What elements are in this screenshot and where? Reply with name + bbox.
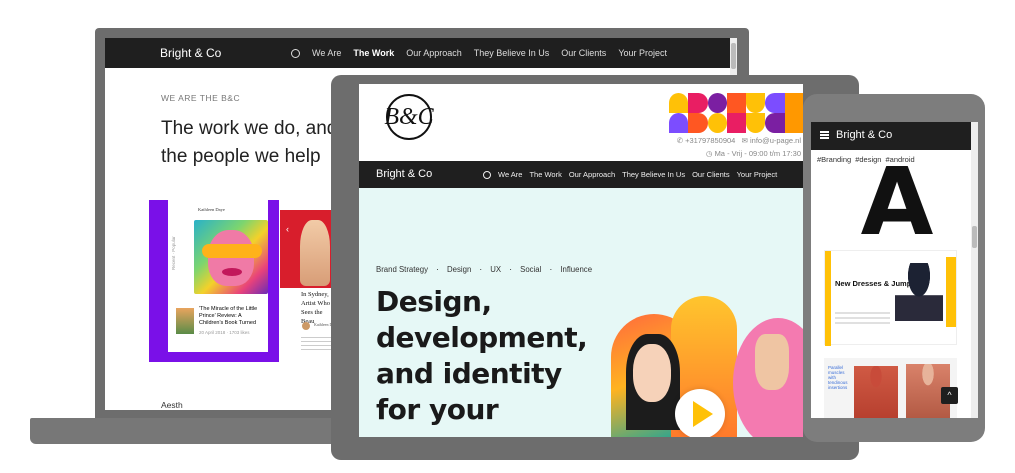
play-icon (693, 401, 713, 427)
device-mockup-scene: Bright & Co We Are The Work Our Approach… (0, 0, 1015, 473)
phone-tags: #Branding #design #android (817, 155, 915, 164)
tag-social[interactable]: Social (520, 265, 541, 274)
pattern-tile (707, 113, 727, 133)
tablet-menu-our-clients[interactable]: Our Clients (692, 170, 730, 179)
hero-title: Design, development, and identity for yo… (376, 285, 588, 426)
shop-accent-left (825, 251, 831, 346)
tablet-navbar: Bright & Co We Are The Work Our Approach… (359, 161, 803, 188)
pattern-tile (669, 93, 689, 113)
tablet-menu-our-approach[interactable]: Our Approach (569, 170, 615, 179)
laptop-base (30, 418, 360, 444)
popart-glasses (202, 244, 262, 258)
red-card-title[interactable]: In Sydney, Artist Who Sees the Beau (301, 290, 333, 326)
art-hand (755, 334, 789, 390)
tablet-brand[interactable]: Bright & Co (376, 168, 432, 180)
anatomy-title: Parallel muscles with tendinous insertio… (828, 365, 848, 390)
tablet-menu: We Are The Work Our Approach They Believ… (483, 170, 777, 179)
phone-screen: Bright & Co #Branding #design #android A… (811, 122, 978, 418)
pattern-tile (746, 93, 766, 113)
laptop-navbar: Bright & Co We Are The Work Our Approach… (105, 38, 737, 68)
phone-scroll-thumb[interactable] (972, 226, 977, 248)
avatar (302, 322, 310, 330)
globe-icon[interactable] (291, 48, 300, 58)
art-face (633, 344, 671, 402)
red-card-image: ‹ (280, 210, 332, 288)
fashion-shop-preview[interactable]: New Dresses & Jumpsuits (824, 250, 957, 346)
geometric-pattern (669, 93, 803, 133)
laptop-menu-the-work[interactable]: The Work (353, 48, 394, 58)
play-button[interactable] (675, 389, 725, 437)
laptop-brand[interactable]: Bright & Co (160, 46, 221, 60)
shop-text-lines (835, 309, 890, 324)
hamburger-icon[interactable] (820, 131, 829, 139)
card-article-title: 'The Miracle of the Little Prince' Revie… (199, 306, 258, 326)
red-card-lines (301, 334, 331, 350)
tablet-menu-we-are[interactable]: We Are (498, 170, 522, 179)
laptop-menu-they-believe[interactable]: They Believe In Us (474, 48, 550, 58)
laptop-heading: The work we do, and the people we help (161, 118, 338, 167)
pattern-tile (688, 113, 708, 133)
pattern-tile (784, 93, 803, 113)
mail-icon: ✉ (741, 136, 748, 145)
popart-lips (222, 268, 242, 276)
shop-model-image (895, 263, 943, 321)
phone-brand[interactable]: Bright & Co (836, 129, 892, 141)
shop-accent-right (946, 257, 956, 327)
laptop-menu-our-clients[interactable]: Our Clients (561, 48, 606, 58)
popart-face (208, 230, 254, 286)
hero-letter: A (860, 166, 934, 240)
card-author: Kathleen Daye (198, 207, 225, 212)
tablet-menu-they-believe[interactable]: They Believe In Us (622, 170, 685, 179)
pattern-tile (765, 113, 785, 133)
laptop-menu-your-project[interactable]: Your Project (618, 48, 667, 58)
tag-influence[interactable]: Influence (560, 265, 592, 274)
laptop-eyebrow: WE ARE THE B&C (161, 93, 241, 103)
globe-icon[interactable] (483, 170, 491, 179)
phone-tag-android[interactable]: #android (885, 155, 914, 164)
tag-brand-strategy[interactable]: Brand Strategy (376, 265, 428, 274)
pattern-tile (765, 93, 785, 113)
anatomy-preview[interactable]: Parallel muscles with tendinous insertio… (824, 358, 957, 418)
laptop-menu-we-are[interactable]: We Are (312, 48, 341, 58)
chevron-left-icon[interactable]: ‹ (286, 224, 289, 234)
laptop-menu-our-approach[interactable]: Our Approach (406, 48, 462, 58)
statue-figure (300, 220, 330, 286)
laptop-scroll-thumb[interactable] (731, 43, 736, 69)
anatomy-figure-1 (854, 366, 898, 418)
tablet-menu-the-work[interactable]: The Work (529, 170, 561, 179)
card-popart-image[interactable] (194, 220, 268, 294)
contact-info: ✆ +31797850904 ✉ info@u-page.nl ◷ Ma - V… (677, 134, 801, 160)
pattern-tile (669, 113, 689, 133)
contact-email[interactable]: info@u-page.nl (750, 136, 801, 145)
contact-hours: Ma - Vrij - 09:00 t/m 17:30 (714, 149, 801, 158)
laptop-footer-text: Aesth (161, 400, 183, 410)
card-thumb[interactable] (176, 308, 194, 334)
phone-navbar: Bright & Co (811, 122, 971, 150)
card-article-date: 20 April 2018 · 1703 likes (199, 330, 250, 335)
pattern-tile (726, 113, 747, 133)
pattern-tile (746, 113, 766, 133)
card-article[interactable]: 'The Miracle of the Little Prince' Revie… (199, 306, 267, 336)
phone-scrollbar[interactable] (971, 122, 978, 418)
pattern-tile (707, 93, 727, 113)
back-to-top-button[interactable]: ^ (941, 387, 958, 404)
brand-logo[interactable]: B&C (384, 94, 434, 140)
tablet-menu-your-project[interactable]: Your Project (737, 170, 778, 179)
card-side-nav[interactable]: Recent · Popular (171, 224, 183, 270)
pattern-tile (688, 93, 708, 113)
tag-ux[interactable]: UX (490, 265, 501, 274)
contact-phone[interactable]: +31797850904 (685, 136, 735, 145)
pattern-tile (784, 113, 803, 133)
phone-tag-design[interactable]: #design (855, 155, 881, 164)
service-tags: Brand Strategy · Design · UX · Social · … (376, 264, 593, 274)
tablet-screen: B&C ✆ +31797850904 ✉ info@u-page.nl ◷ Ma… (359, 84, 803, 437)
pattern-tile (726, 93, 747, 113)
clock-icon: ◷ (705, 149, 713, 158)
laptop-menu: We Are The Work Our Approach They Believ… (291, 48, 667, 58)
tag-design[interactable]: Design (447, 265, 471, 274)
phone-icon: ✆ (676, 136, 683, 145)
phone-tag-branding[interactable]: #Branding (817, 155, 851, 164)
chevron-up-icon: ^ (947, 390, 952, 400)
